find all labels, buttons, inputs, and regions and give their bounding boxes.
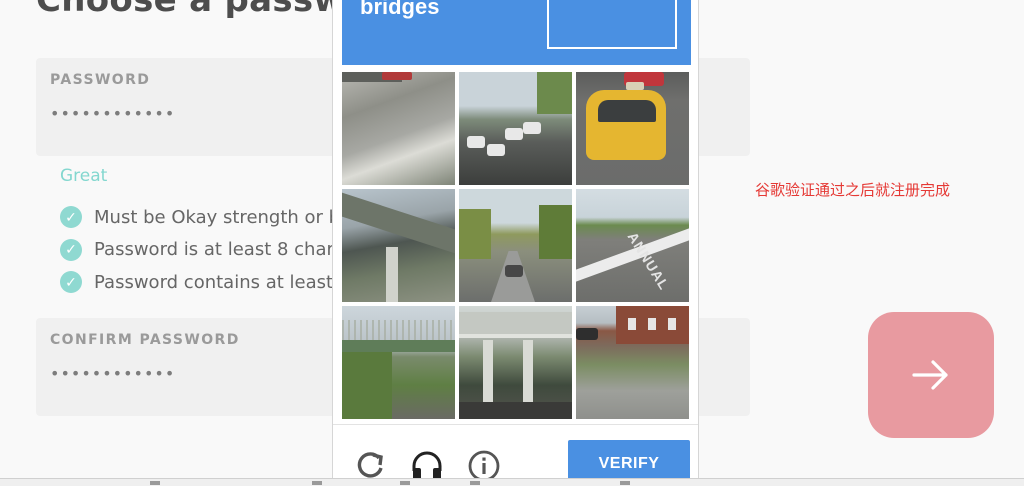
strength-indicator: Great [60, 166, 108, 186]
tile-detail [342, 352, 392, 419]
tile-detail [523, 340, 533, 410]
tile-detail [598, 100, 656, 122]
captcha-tile-9[interactable] [576, 306, 689, 419]
tile-detail [537, 72, 572, 114]
tile-detail [342, 320, 455, 340]
tile-detail [523, 122, 541, 134]
tile-detail [539, 205, 572, 259]
tile-detail [576, 328, 598, 340]
check-icon: ✓ [60, 238, 82, 261]
captcha-tile-7[interactable] [342, 306, 455, 419]
password-input[interactable]: •••••••••••• [50, 104, 175, 123]
captcha-footer: VERIFY [333, 424, 698, 486]
captcha-target-word: bridges [360, 0, 440, 19]
tile-detail [668, 318, 676, 330]
tile-detail [342, 192, 455, 254]
captcha-dialog: bridges ANNUAL VERIFY [332, 0, 699, 486]
captcha-tile-2[interactable] [459, 72, 572, 185]
taskbar-item[interactable] [312, 481, 322, 485]
captcha-tile-6[interactable]: ANNUAL [576, 189, 689, 302]
tile-detail [459, 402, 572, 419]
arrow-right-icon [912, 360, 948, 390]
tile-detail [386, 247, 398, 302]
captcha-tile-8[interactable] [459, 306, 572, 419]
captcha-tile-3[interactable] [576, 72, 689, 185]
tile-detail [648, 318, 656, 330]
check-icon: ✓ [60, 206, 82, 229]
captcha-tile-4[interactable] [342, 189, 455, 302]
tile-detail [459, 312, 572, 338]
captcha-tile-1[interactable] [342, 72, 455, 185]
tile-detail [459, 209, 491, 259]
tile-detail [505, 265, 523, 277]
taskbar-item[interactable] [150, 481, 160, 485]
taskbar-item[interactable] [400, 481, 410, 485]
captcha-tile-5[interactable] [459, 189, 572, 302]
tile-detail [342, 340, 455, 352]
confirm-password-label: CONFIRM PASSWORD [50, 332, 240, 348]
annotation-text: 谷歌验证通过之后就注册完成 [755, 181, 951, 199]
next-button[interactable] [868, 312, 994, 438]
taskbar-item[interactable] [470, 481, 480, 485]
captcha-example-frame [547, 0, 677, 49]
captcha-image-grid: ANNUAL [342, 72, 691, 420]
tile-detail [483, 340, 493, 410]
tile-detail [628, 318, 636, 330]
tile-detail [505, 128, 523, 140]
confirm-password-input[interactable]: •••••••••••• [50, 364, 175, 383]
taskbar-item[interactable] [620, 481, 630, 485]
tile-detail [467, 136, 485, 148]
captcha-header: bridges [342, 0, 691, 65]
taskbar [0, 478, 1024, 486]
check-icon: ✓ [60, 271, 82, 294]
tile-detail [626, 82, 644, 90]
password-label: PASSWORD [50, 72, 151, 88]
tile-detail [382, 72, 412, 80]
tile-detail [487, 144, 505, 156]
